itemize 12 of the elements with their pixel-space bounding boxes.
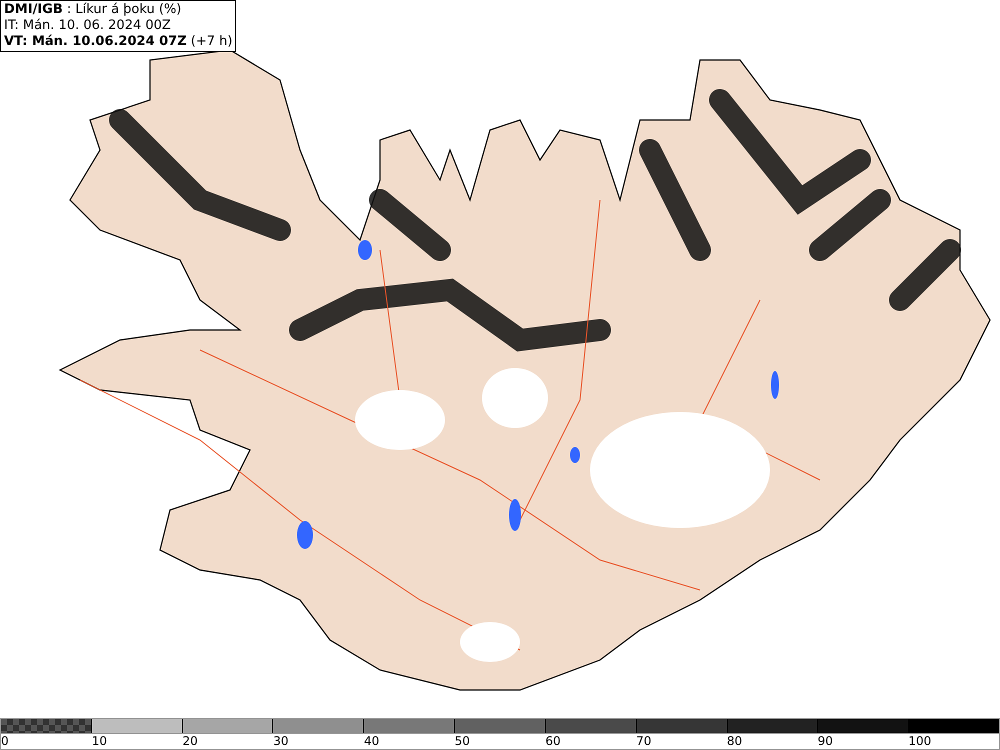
legend-label: 90 <box>818 734 833 748</box>
legend-label: 30 <box>273 734 288 748</box>
legend-label: 60 <box>545 734 561 748</box>
legend-label: 100 <box>908 734 932 748</box>
legend-label: 40 <box>364 734 380 748</box>
legend-label: 0 <box>1 734 9 748</box>
legend-label: 20 <box>182 734 198 748</box>
legend-label: 10 <box>92 734 108 748</box>
legend-label: 80 <box>726 734 742 748</box>
map-header: DMI/IGB : Líkur á þoku (%) IT: Mán. 10. 06. 2024 00Z VT: Mán. 10.06.2024 07Z (+7 h) <box>0 0 236 52</box>
legend-label: 70 <box>636 734 652 748</box>
legend-label: 50 <box>454 734 470 748</box>
